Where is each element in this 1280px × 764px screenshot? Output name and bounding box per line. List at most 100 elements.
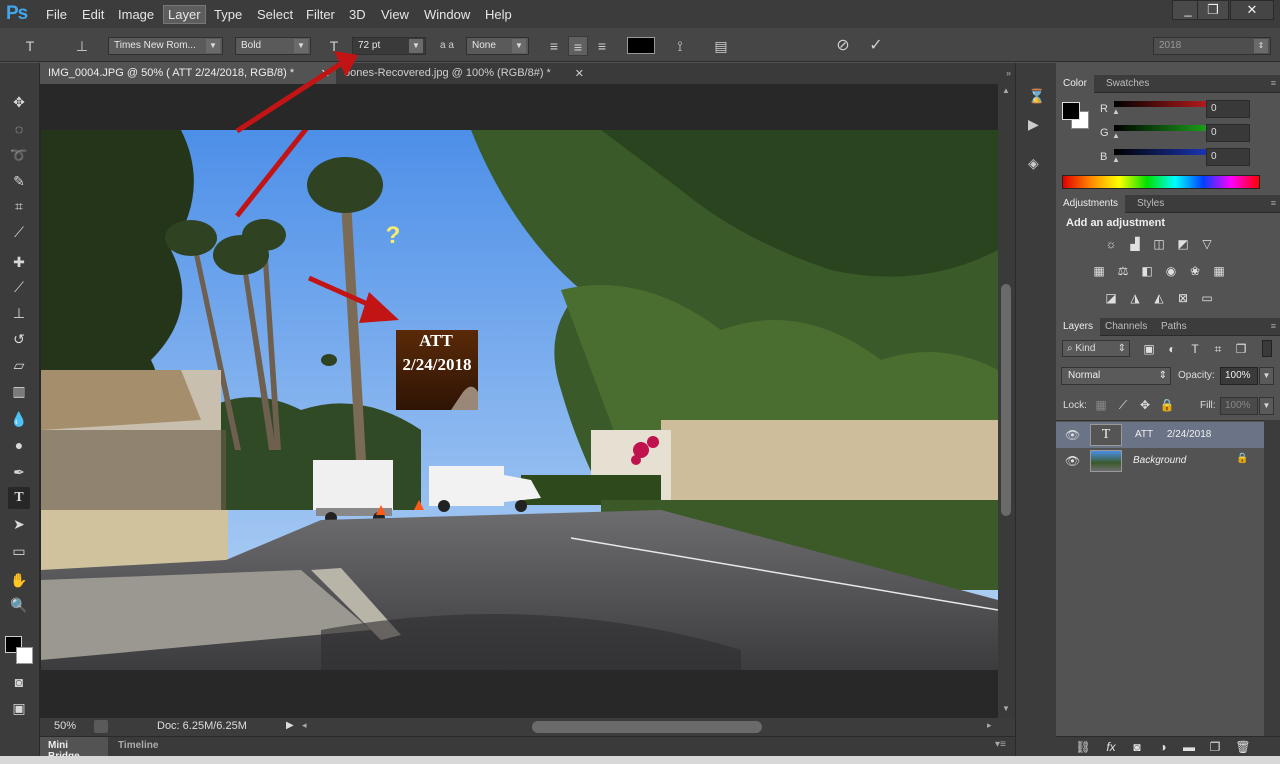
layer-filter-kind[interactable]: ⌕ Kind ⇕ bbox=[1062, 340, 1130, 357]
b-value[interactable]: 0 bbox=[1206, 148, 1250, 166]
filter-adjustment-icon[interactable]: ◐ bbox=[1163, 342, 1181, 356]
healing-brush-icon[interactable]: ✚ bbox=[8, 251, 30, 273]
filter-smart-object-icon[interactable]: ❐ bbox=[1232, 342, 1250, 356]
brightness-icon[interactable]: ☼ bbox=[1102, 237, 1120, 251]
lock-all-icon[interactable]: 🔒 bbox=[1158, 398, 1176, 412]
filter-type-icon[interactable]: T bbox=[1186, 342, 1204, 356]
posterize-icon[interactable]: ◮ bbox=[1126, 291, 1144, 305]
tab-styles[interactable]: Styles bbox=[1130, 195, 1171, 213]
filter-pixel-icon[interactable]: ▣ bbox=[1140, 342, 1158, 356]
text-layer-line2[interactable]: 2/24/2018 bbox=[403, 355, 472, 374]
blend-mode-select[interactable]: Normal ⇕ bbox=[1061, 367, 1171, 385]
gradient-map-icon[interactable]: ▭ bbox=[1198, 291, 1216, 305]
actions-play-icon[interactable]: ▶ bbox=[1028, 116, 1039, 133]
eyedropper-tool-icon[interactable]: ⟋ bbox=[8, 221, 30, 243]
menu-image[interactable]: Image bbox=[114, 6, 158, 23]
move-tool-icon[interactable]: ✥ bbox=[8, 91, 30, 113]
curves-icon[interactable]: ◫ bbox=[1150, 237, 1168, 251]
filter-shape-icon[interactable]: ⌗ bbox=[1209, 342, 1227, 356]
visibility-eye-icon[interactable]: 👁 bbox=[1065, 428, 1080, 442]
zoom-tool-icon[interactable]: 🔍 bbox=[8, 594, 30, 616]
type-tool-preset-icon[interactable]: T bbox=[20, 36, 40, 56]
status-menu-arrow-icon[interactable]: ▶ bbox=[286, 720, 294, 731]
fg-color-swatch[interactable] bbox=[1062, 102, 1080, 120]
add-mask-icon[interactable]: ◙ bbox=[1128, 740, 1146, 754]
text-orientation-icon[interactable]: ⊥ bbox=[72, 36, 92, 56]
opacity-field[interactable]: 100% bbox=[1220, 367, 1258, 385]
align-center-icon[interactable]: ≡ bbox=[568, 36, 588, 56]
eraser-tool-icon[interactable]: ▱ bbox=[8, 354, 30, 376]
gradient-tool-icon[interactable]: ▥ bbox=[8, 380, 30, 402]
g-value[interactable]: 0 bbox=[1206, 124, 1250, 142]
hue-saturation-icon[interactable]: ▦ bbox=[1090, 264, 1108, 278]
panel-menu-icon[interactable]: ▾≡ bbox=[995, 739, 1006, 750]
channel-mixer-icon[interactable]: ❀ bbox=[1186, 264, 1204, 278]
text-layer-line1[interactable]: ATT bbox=[419, 331, 453, 350]
menu-filter[interactable]: Filter bbox=[302, 6, 339, 23]
photo-filter-icon[interactable]: ◉ bbox=[1162, 264, 1180, 278]
menu-file[interactable]: File bbox=[42, 6, 71, 23]
panel-menu-icon[interactable]: ≡ bbox=[1271, 198, 1276, 208]
tab-color[interactable]: Color bbox=[1056, 75, 1094, 93]
menu-3d[interactable]: 3D bbox=[345, 6, 370, 23]
marquee-tool-icon[interactable]: ◌ bbox=[8, 118, 30, 140]
exposure-icon[interactable]: ◩ bbox=[1174, 237, 1192, 251]
layer-name[interactable]: Background bbox=[1133, 455, 1186, 466]
quick-mask-icon[interactable]: ◙ bbox=[8, 671, 30, 693]
new-adjustment-icon[interactable]: ◑ bbox=[1154, 740, 1172, 754]
brush-tool-icon[interactable]: ⟋ bbox=[8, 276, 30, 298]
screen-mode-icon[interactable]: ▣ bbox=[8, 697, 30, 719]
warp-text-icon[interactable]: ⟟ bbox=[670, 36, 690, 56]
status-options-icon[interactable] bbox=[94, 720, 108, 733]
menu-help[interactable]: Help bbox=[481, 6, 516, 23]
character-panel-icon[interactable]: ▤ bbox=[711, 36, 731, 56]
filter-toggle[interactable] bbox=[1262, 340, 1272, 357]
r-value[interactable]: 0 bbox=[1206, 100, 1250, 118]
blur-tool-icon[interactable]: 💧 bbox=[8, 408, 30, 430]
black-white-icon[interactable]: ◧ bbox=[1138, 264, 1156, 278]
visibility-eye-icon[interactable]: 👁 bbox=[1065, 454, 1080, 468]
fill-field[interactable]: 100% bbox=[1220, 397, 1258, 415]
tab-layers[interactable]: Layers bbox=[1056, 318, 1101, 336]
3d-icon[interactable]: ◈ bbox=[1028, 155, 1039, 172]
menu-window[interactable]: Window bbox=[420, 6, 474, 23]
quick-select-icon[interactable]: ✎ bbox=[8, 170, 30, 192]
tab-swatches[interactable]: Swatches bbox=[1099, 75, 1156, 93]
tab-recovered[interactable]: oones-Recovered.jpg @ 100% (RGB/8#) * ✕ bbox=[336, 63, 586, 84]
color-spectrum-bar[interactable] bbox=[1062, 175, 1260, 189]
restore-button[interactable]: ❐ bbox=[1197, 0, 1229, 20]
menu-edit[interactable]: Edit bbox=[78, 6, 108, 23]
menu-view[interactable]: View bbox=[377, 6, 413, 23]
tab-adjustments[interactable]: Adjustments bbox=[1056, 195, 1126, 213]
type-tool-icon[interactable]: T bbox=[8, 487, 30, 509]
text-color-swatch[interactable] bbox=[627, 37, 655, 54]
path-select-icon[interactable]: ➤ bbox=[8, 513, 30, 535]
tab-paths[interactable]: Paths bbox=[1154, 318, 1194, 336]
layer-row-background[interactable]: 👁 Background 🔒 bbox=[1056, 448, 1264, 474]
link-layers-icon[interactable]: ⛓ bbox=[1074, 740, 1092, 754]
panel-menu-icon[interactable]: ≡ bbox=[1271, 321, 1276, 331]
menu-type[interactable]: Type bbox=[210, 6, 246, 23]
panel-menu-icon[interactable]: ≡ bbox=[1271, 78, 1276, 88]
pen-tool-icon[interactable]: ✒ bbox=[8, 461, 30, 483]
layer-name[interactable]: ATT 2/24/2018 bbox=[1135, 429, 1211, 440]
vertical-scroll-thumb[interactable] bbox=[1001, 284, 1011, 516]
tab-mini-bridge[interactable]: Mini Bridge bbox=[40, 737, 108, 762]
hand-tool-icon[interactable]: ✋ bbox=[8, 569, 30, 591]
lock-position-icon[interactable]: ✥ bbox=[1136, 398, 1154, 412]
lock-paint-icon[interactable]: ⟋ bbox=[1114, 398, 1132, 412]
invert-icon[interactable]: ◪ bbox=[1102, 291, 1120, 305]
tab-overflow-icon[interactable]: » bbox=[1006, 68, 1011, 78]
cancel-edit-icon[interactable]: ⊘ bbox=[833, 36, 853, 56]
delete-layer-icon[interactable]: 🗑 bbox=[1234, 740, 1252, 754]
menu-select[interactable]: Select bbox=[253, 6, 297, 23]
menu-layer[interactable]: Layer bbox=[163, 5, 206, 24]
color-balance-icon[interactable]: ⚖ bbox=[1114, 264, 1132, 278]
color-lookup-icon[interactable]: ▦ bbox=[1210, 264, 1228, 278]
font-family-select[interactable]: Times New Rom... ▼ bbox=[108, 37, 223, 55]
selective-color-icon[interactable]: ⊠ bbox=[1174, 291, 1192, 305]
layer-row-text[interactable]: 👁 T ATT 2/24/2018 bbox=[1056, 422, 1264, 448]
levels-icon[interactable]: ▟ bbox=[1126, 237, 1144, 251]
background-color-swatch[interactable] bbox=[16, 647, 33, 664]
lock-transparent-icon[interactable]: ▦ bbox=[1092, 398, 1110, 412]
